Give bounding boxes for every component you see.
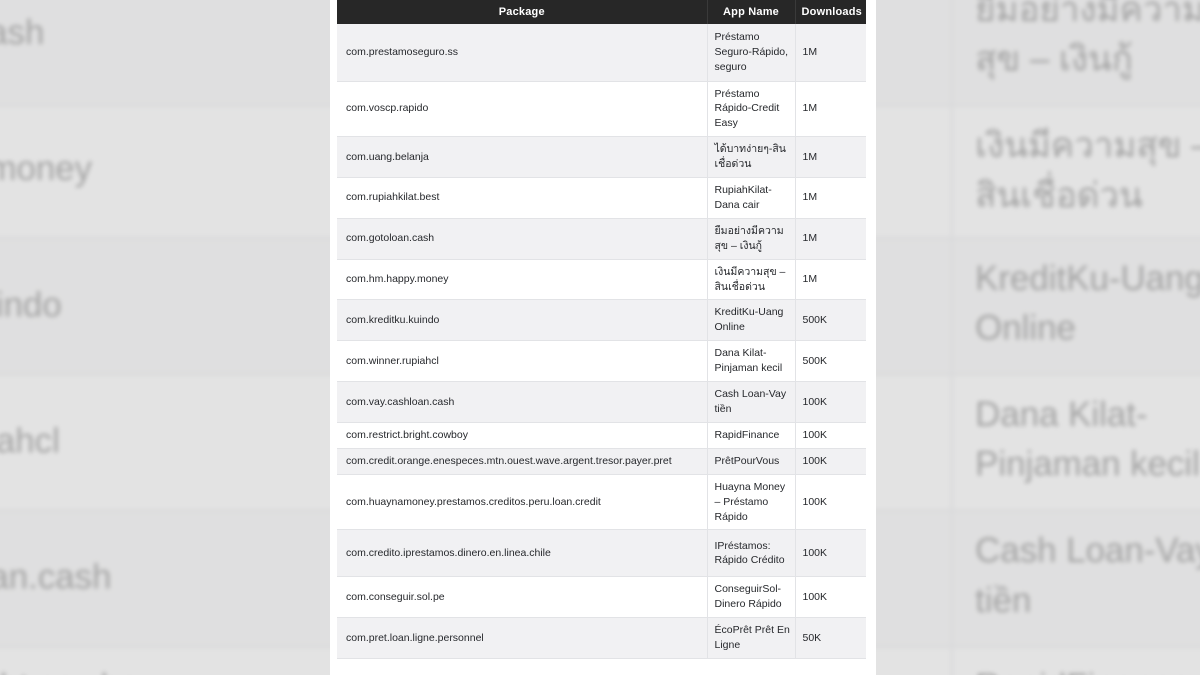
- background-cell-app-name: Cash Loan-Vay tiền: [950, 510, 1200, 648]
- table-row: com.rupiahkilat.best RupiahKilat-Dana cai…: [337, 177, 866, 219]
- table-row: com.uang.belanja ได้บาทง่ายๆ-สินเชื่อด่วน…: [337, 136, 866, 179]
- cell-package: com.hm.happy.money: [337, 259, 708, 301]
- background-cell-app-name: Dana Kilat-Pinjaman kecil: [950, 375, 1200, 513]
- cell-app-name: ConseguirSol-Dinero Rápido: [707, 576, 796, 619]
- cell-package: com.prestamoseguro.ss: [337, 24, 708, 82]
- cell-app-name: เงินมีความสุข – สินเชื่อด่วน: [707, 259, 796, 301]
- cell-app-name: ยืมอย่างมีความสุข – เงินกู้: [707, 218, 796, 260]
- table-body: com.prestamoseguro.ss Préstamo Seguro-Ráp…: [337, 24, 866, 660]
- table-row: com.kreditku.kuindoKreditKu-Uang Online5…: [337, 299, 866, 342]
- cell-package: com.credit.orange.enespeces.mtn.ouest.wa…: [337, 448, 708, 475]
- table-row: com.credito.iprestamos.dinero.en.linea.c…: [337, 529, 866, 578]
- cell-downloads: 100K: [795, 381, 866, 423]
- background-cell-app-name: เงินมีความสุข – สินเชื่อด่วน: [950, 104, 1200, 242]
- table-row: com.gotoloan.cashยืมอย่างมีความสุข – เงิ…: [337, 218, 866, 260]
- cell-downloads: 50K: [795, 617, 866, 660]
- cell-package: com.credito.iprestamos.dinero.en.linea.c…: [337, 529, 708, 578]
- cell-package: com.uang.belanja: [337, 136, 708, 179]
- cell-downloads: 1M: [795, 136, 866, 179]
- table-row: com.conseguir.sol.pe ConseguirSol-Dinero …: [337, 576, 866, 619]
- table-row: com.prestamoseguro.ss Préstamo Seguro-Ráp…: [337, 24, 866, 82]
- cell-app-name: Préstamo Seguro-Rápido, seguro: [707, 24, 796, 82]
- cell-downloads: 1M: [795, 24, 866, 82]
- table-row: com.credit.orange.enespeces.mtn.ouest.wa…: [337, 448, 866, 475]
- cell-app-name: RapidFinance: [707, 422, 796, 449]
- table-row: com.restrict.bright.cowboyRapidFinance10…: [337, 422, 866, 449]
- cell-downloads: 1M: [795, 81, 866, 138]
- cell-app-name: Dana Kilat-Pinjaman kecil: [707, 340, 796, 383]
- loan-apps-table: Package App Name Downloads com.prestamos…: [337, 0, 866, 660]
- foreground-table-panel: Package App Name Downloads com.prestamos…: [337, 0, 866, 675]
- cell-package: com.pret.loan.ligne.personnel: [337, 617, 708, 660]
- cell-package: com.vay.cashloan.cash: [337, 381, 708, 423]
- table-header-row: Package App Name Downloads: [337, 0, 866, 24]
- cell-downloads: 1M: [795, 218, 866, 260]
- cell-app-name: IPréstamos: Rápido Crédito: [707, 529, 796, 578]
- cell-downloads: 1M: [795, 259, 866, 301]
- cell-app-name: Huayna Money – Préstamo Rápido: [707, 474, 796, 531]
- cell-package: com.gotoloan.cash: [337, 218, 708, 260]
- cell-package: com.huaynamoney.prestamos.creditos.peru.…: [337, 474, 708, 531]
- screenshot-stage: Package App Name Downloads com.prestamos…: [0, 0, 1200, 675]
- table-row: com.hm.happy.moneyเงินมีความสุข – สินเชื…: [337, 259, 866, 301]
- cell-app-name: KreditKu-Uang Online: [707, 299, 796, 342]
- table-row: com.voscp.rapido Préstamo Rápido-Credit E…: [337, 81, 866, 138]
- cell-downloads: 100K: [795, 474, 866, 531]
- cell-app-name: ÉcoPrêt Prêt En Ligne: [707, 617, 796, 660]
- cell-package: com.rupiahkilat.best: [337, 177, 708, 219]
- cell-app-name: Cash Loan-Vay tiền: [707, 381, 796, 423]
- cell-downloads: 100K: [795, 422, 866, 449]
- cell-downloads: 100K: [795, 576, 866, 619]
- table-row: com.vay.cashloan.cashCash Loan-Vay tiền1…: [337, 381, 866, 423]
- cell-downloads: 1M: [795, 177, 866, 219]
- cell-app-name: ได้บาทง่ายๆ-สินเชื่อด่วน: [707, 136, 796, 179]
- cell-package: com.kreditku.kuindo: [337, 299, 708, 342]
- table-row: com.pret.loan.ligne.personnel ÉcoPrêt Prê…: [337, 617, 866, 660]
- cell-package: com.winner.rupiahcl: [337, 340, 708, 383]
- cell-downloads: 100K: [795, 529, 866, 578]
- table-row: com.huaynamoney.prestamos.creditos.peru.…: [337, 474, 866, 531]
- cell-downloads: 100K: [795, 448, 866, 475]
- cell-app-name: Préstamo Rápido-Credit Easy: [707, 81, 796, 138]
- cell-downloads: 500K: [795, 299, 866, 342]
- background-cell-app-name: ยืมอย่างมีความสุข – เงินกู้: [950, 0, 1200, 107]
- cell-downloads: 500K: [795, 340, 866, 383]
- column-header-app-name: App Name: [707, 0, 796, 24]
- background-cell-app-name: RapidFinance: [950, 646, 1200, 675]
- left-white-gutter: [330, 0, 337, 675]
- background-cell-app-name: KreditKu-Uang Online: [950, 239, 1200, 378]
- right-white-gutter: [866, 0, 876, 675]
- cell-package: com.voscp.rapido: [337, 81, 708, 138]
- cell-app-name: RupiahKilat-Dana cair: [707, 177, 796, 219]
- cell-package: com.restrict.bright.cowboy: [337, 422, 708, 449]
- column-header-downloads: Downloads: [795, 0, 866, 24]
- cell-package: com.conseguir.sol.pe: [337, 576, 708, 619]
- column-header-package: Package: [337, 0, 708, 24]
- cell-app-name: PrêtPourVous: [707, 448, 796, 475]
- table-row: com.winner.rupiahclDana Kilat-Pinjaman k…: [337, 340, 866, 383]
